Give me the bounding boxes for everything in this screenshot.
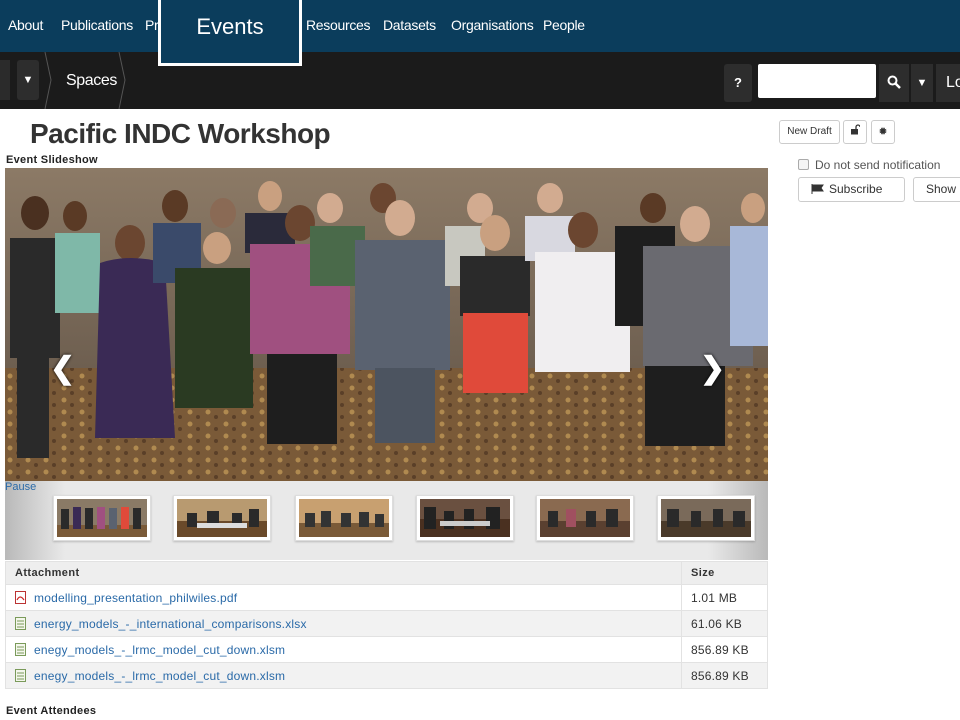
- home-button[interactable]: [0, 60, 10, 100]
- attachment-cell: energy_models_-_international_comparison…: [5, 610, 682, 637]
- search-button[interactable]: [879, 64, 909, 102]
- settings-button[interactable]: ✹: [871, 120, 895, 144]
- table-row: enegy_models_-_lrmc_model_cut_down.xlsm …: [5, 636, 768, 663]
- attachment-cell: enegy_models_-_lrmc_model_cut_down.xlsm: [5, 636, 682, 663]
- slideshow-photo: [5, 168, 768, 481]
- table-row: energy_models_-_international_comparison…: [5, 610, 768, 637]
- attachment-link[interactable]: modelling_presentation_philwiles.pdf: [34, 591, 237, 605]
- notify-label: Do not send notification: [815, 158, 941, 172]
- attachment-link[interactable]: enegy_models_-_lrmc_model_cut_down.xlsm: [34, 643, 285, 657]
- sub-navigation: ▼ Spaces ? ▼ Lo: [0, 52, 960, 109]
- event-slideshow: ❮ ❯ Pause: [5, 168, 768, 560]
- page-title: Pacific INDC Workshop: [30, 118, 331, 149]
- slideshow-label: Event Slideshow: [6, 154, 98, 166]
- table-row: enegy_models_-_lrmc_model_cut_down.xlsm …: [5, 662, 768, 689]
- nav-organisations[interactable]: Organisations: [451, 17, 534, 33]
- thumbnail-image: [420, 499, 510, 537]
- table-header-row: Attachment Size: [5, 561, 768, 585]
- thumbnail-image: [540, 499, 630, 537]
- slideshow-thumbnail[interactable]: [416, 495, 514, 541]
- notify-option[interactable]: Do not send notification: [798, 158, 940, 172]
- nav-events-active[interactable]: Events: [158, 0, 302, 66]
- flag-icon: [811, 184, 824, 194]
- new-draft-button[interactable]: New Draft: [779, 120, 840, 144]
- nav-people[interactable]: People: [543, 17, 585, 33]
- pdf-file-icon: [15, 590, 26, 604]
- breadcrumb-spaces[interactable]: Spaces: [66, 72, 117, 90]
- attachment-link[interactable]: enegy_models_-_lrmc_model_cut_down.xlsm: [34, 669, 285, 683]
- chevron-down-icon: ▼: [22, 74, 34, 86]
- slideshow-thumbnail[interactable]: [173, 495, 271, 541]
- spreadsheet-file-icon: [15, 642, 26, 656]
- nav-publications[interactable]: Publications: [61, 17, 133, 33]
- size-cell: 1.01 MB: [681, 584, 768, 611]
- nav-resources[interactable]: Resources: [306, 17, 371, 33]
- attachment-cell: enegy_models_-_lrmc_model_cut_down.xlsm: [5, 662, 682, 689]
- column-header-size: Size: [681, 561, 768, 585]
- space-menu-button[interactable]: ▼: [17, 60, 39, 100]
- size-cell: 856.89 KB: [681, 662, 768, 689]
- slideshow-prev-button[interactable]: ❮: [50, 351, 75, 386]
- nav-datasets[interactable]: Datasets: [383, 17, 436, 33]
- unlock-button[interactable]: [843, 120, 867, 144]
- slideshow-thumbnail[interactable]: [536, 495, 634, 541]
- login-button[interactable]: Lo: [936, 64, 960, 102]
- spreadsheet-file-icon: [15, 668, 26, 682]
- breadcrumb-separator-icon: [44, 52, 52, 109]
- table-row: modelling_presentation_philwiles.pdf 1.0…: [5, 584, 768, 611]
- slideshow-thumbnail[interactable]: [295, 495, 393, 541]
- top-navigation: About Publications Pr Resources Datasets…: [0, 0, 960, 52]
- thumbnail-image: [177, 499, 267, 537]
- size-cell: 856.89 KB: [681, 636, 768, 663]
- slideshow-thumbnail[interactable]: [657, 495, 755, 541]
- nav-events-label: Events: [196, 14, 264, 39]
- gear-icon: ✹: [878, 126, 888, 138]
- column-header-attachment: Attachment: [5, 561, 682, 585]
- chevron-down-icon: ▼: [916, 77, 928, 89]
- size-cell: 61.06 KB: [681, 610, 768, 637]
- attachment-link[interactable]: energy_models_-_international_comparison…: [34, 617, 307, 631]
- search-options-button[interactable]: ▼: [911, 64, 933, 102]
- slideshow-thumbnail[interactable]: [53, 495, 151, 541]
- group-photo-image: [5, 168, 768, 481]
- thumbnail-image: [299, 499, 389, 537]
- subscribe-label: Subscribe: [829, 182, 883, 196]
- search-input[interactable]: [758, 64, 876, 98]
- help-button[interactable]: ?: [724, 64, 752, 102]
- spreadsheet-file-icon: [15, 616, 26, 630]
- unlock-icon: [851, 124, 861, 135]
- slideshow-pause-link[interactable]: Pause: [5, 481, 36, 493]
- nav-projects[interactable]: Pr: [145, 17, 159, 33]
- breadcrumb-separator-icon: [118, 52, 126, 109]
- nav-about[interactable]: About: [8, 17, 43, 33]
- thumbnail-image: [57, 499, 147, 537]
- subscribe-button[interactable]: Subscribe: [798, 177, 905, 202]
- thumbnail-image: [661, 499, 751, 537]
- attendees-label: Event Attendees: [6, 705, 97, 717]
- show-button[interactable]: Show: [913, 177, 960, 202]
- attachment-cell: modelling_presentation_philwiles.pdf: [5, 584, 682, 611]
- notify-checkbox[interactable]: [798, 159, 809, 170]
- attachments-table: Attachment Size modelling_presentation_p…: [5, 561, 768, 689]
- slideshow-next-button[interactable]: ❯: [700, 351, 725, 386]
- search-icon: [887, 75, 901, 89]
